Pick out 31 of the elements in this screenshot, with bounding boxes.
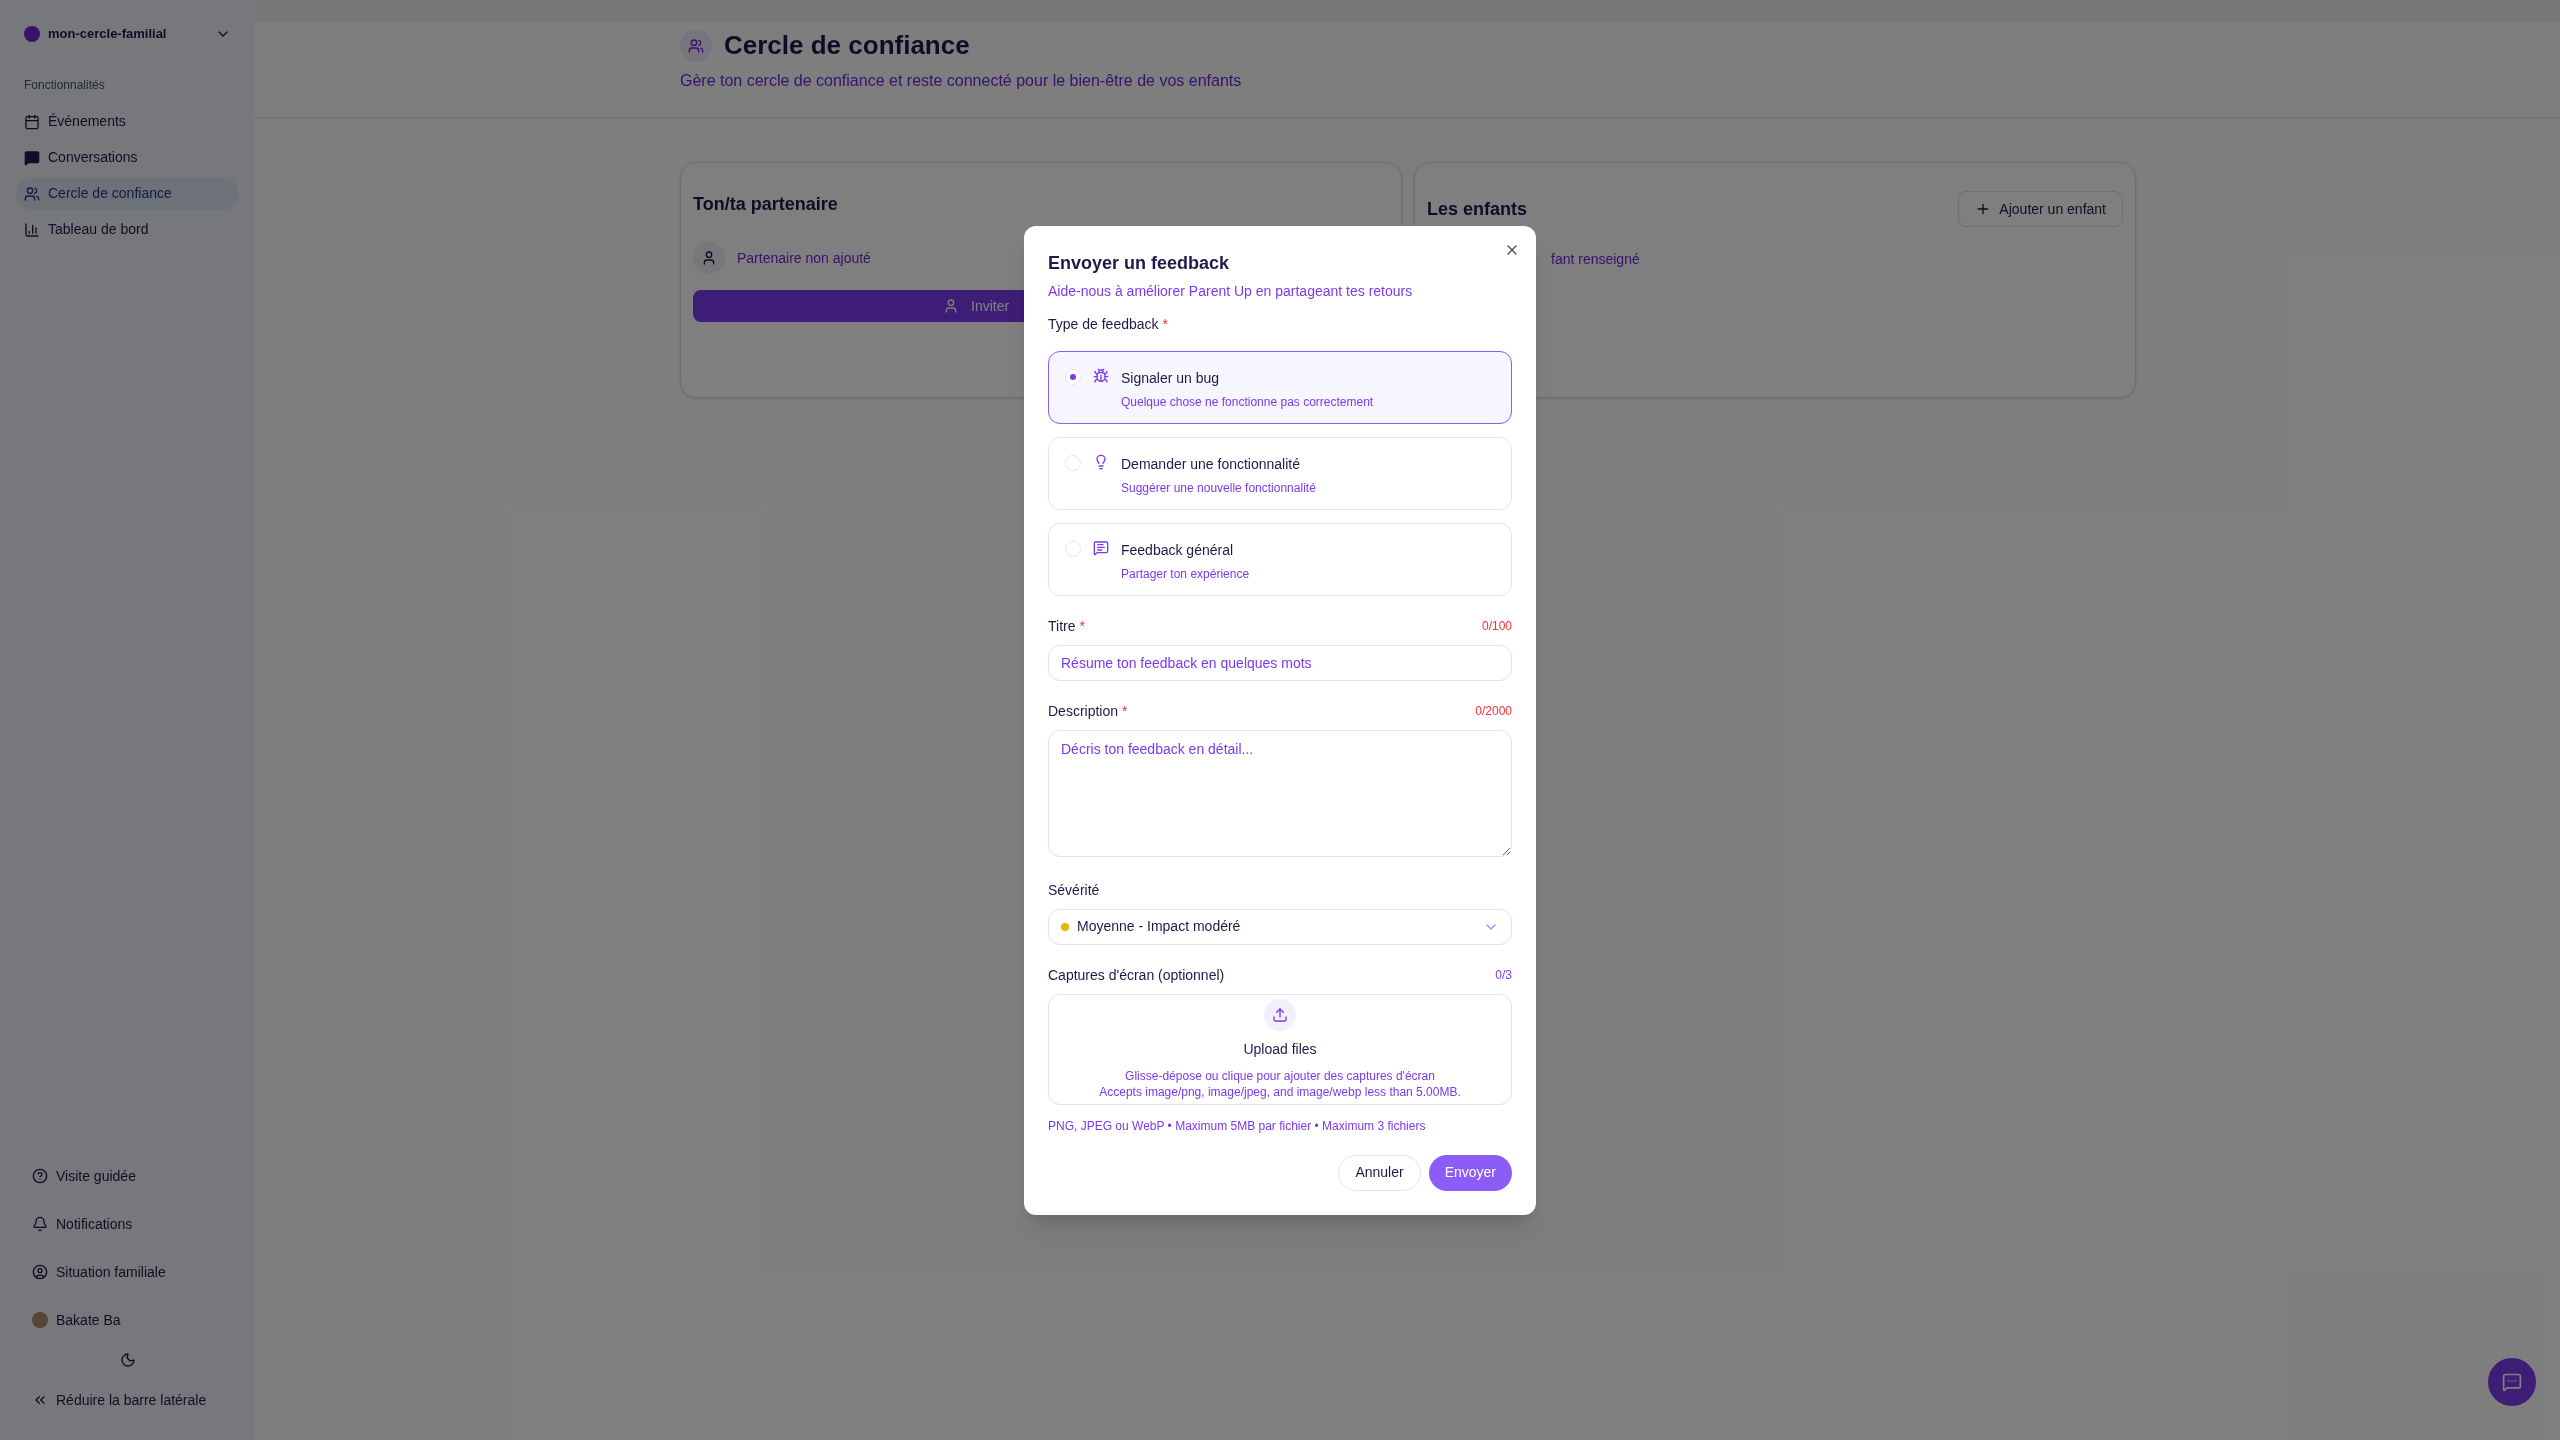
field-label: Sévérité <box>1048 880 1101 900</box>
option-title: Demander une fonctionnalité <box>1121 454 1301 474</box>
file-counter: 0/3 <box>1495 967 1512 984</box>
required-mark: * <box>1122 701 1128 721</box>
partner-status: Partenaire non ajouté <box>737 248 871 268</box>
field-label: Description <box>1048 701 1119 721</box>
card-title: Les enfants <box>1427 197 1528 221</box>
required-mark: * <box>1162 314 1168 334</box>
option-description: Suggérer une nouvelle fonctionnalité <box>1121 479 1316 497</box>
field-label: Titre <box>1048 616 1076 636</box>
option-title: Feedback général <box>1121 540 1235 560</box>
option-description: Quelque chose ne fonctionne pas correctement <box>1121 393 1374 411</box>
upload-title: Upload files <box>1243 1039 1317 1059</box>
required-mark: * <box>1079 616 1085 636</box>
dialog-subtitle: Aide-nous à améliorer Parent Up en partageant tes retours <box>1048 281 1414 301</box>
page-title: Cercle de confiance <box>724 29 970 62</box>
character-counter: 0/2000 <box>1475 703 1512 720</box>
dialog-title: Envoyer un feedback <box>1048 251 1231 275</box>
upload-hint: Glisse-dépose ou clique pour ajouter des captures d'écran <box>1125 1067 1435 1084</box>
option-title: Signaler un bug <box>1121 368 1221 388</box>
section-label: Fonctionnalités <box>23 76 106 94</box>
upload-note: PNG, JPEG ou WebP • Maximum 5MB par fichier • Maximum 3 fichiers <box>1048 1117 1427 1135</box>
field-label: Captures d'écran (optionnel) <box>1048 965 1225 985</box>
page-subtitle: Gère ton cercle de confiance et reste connecté pour le bien-être de vos enfants <box>680 71 1243 91</box>
card-title: Ton/ta partenaire <box>693 193 839 216</box>
option-description: Partager ton expérience <box>1121 565 1250 583</box>
workspace-name: mon-cercle-familial <box>48 25 168 43</box>
field-label: Type de feedback <box>1048 314 1159 334</box>
upload-accepts: Accepts image/png, image/jpeg, and image/webp less than 5.00MB. <box>1098 1083 1462 1100</box>
children-status: fant renseigné <box>1551 251 1640 267</box>
character-counter: 0/100 <box>1481 618 1512 635</box>
